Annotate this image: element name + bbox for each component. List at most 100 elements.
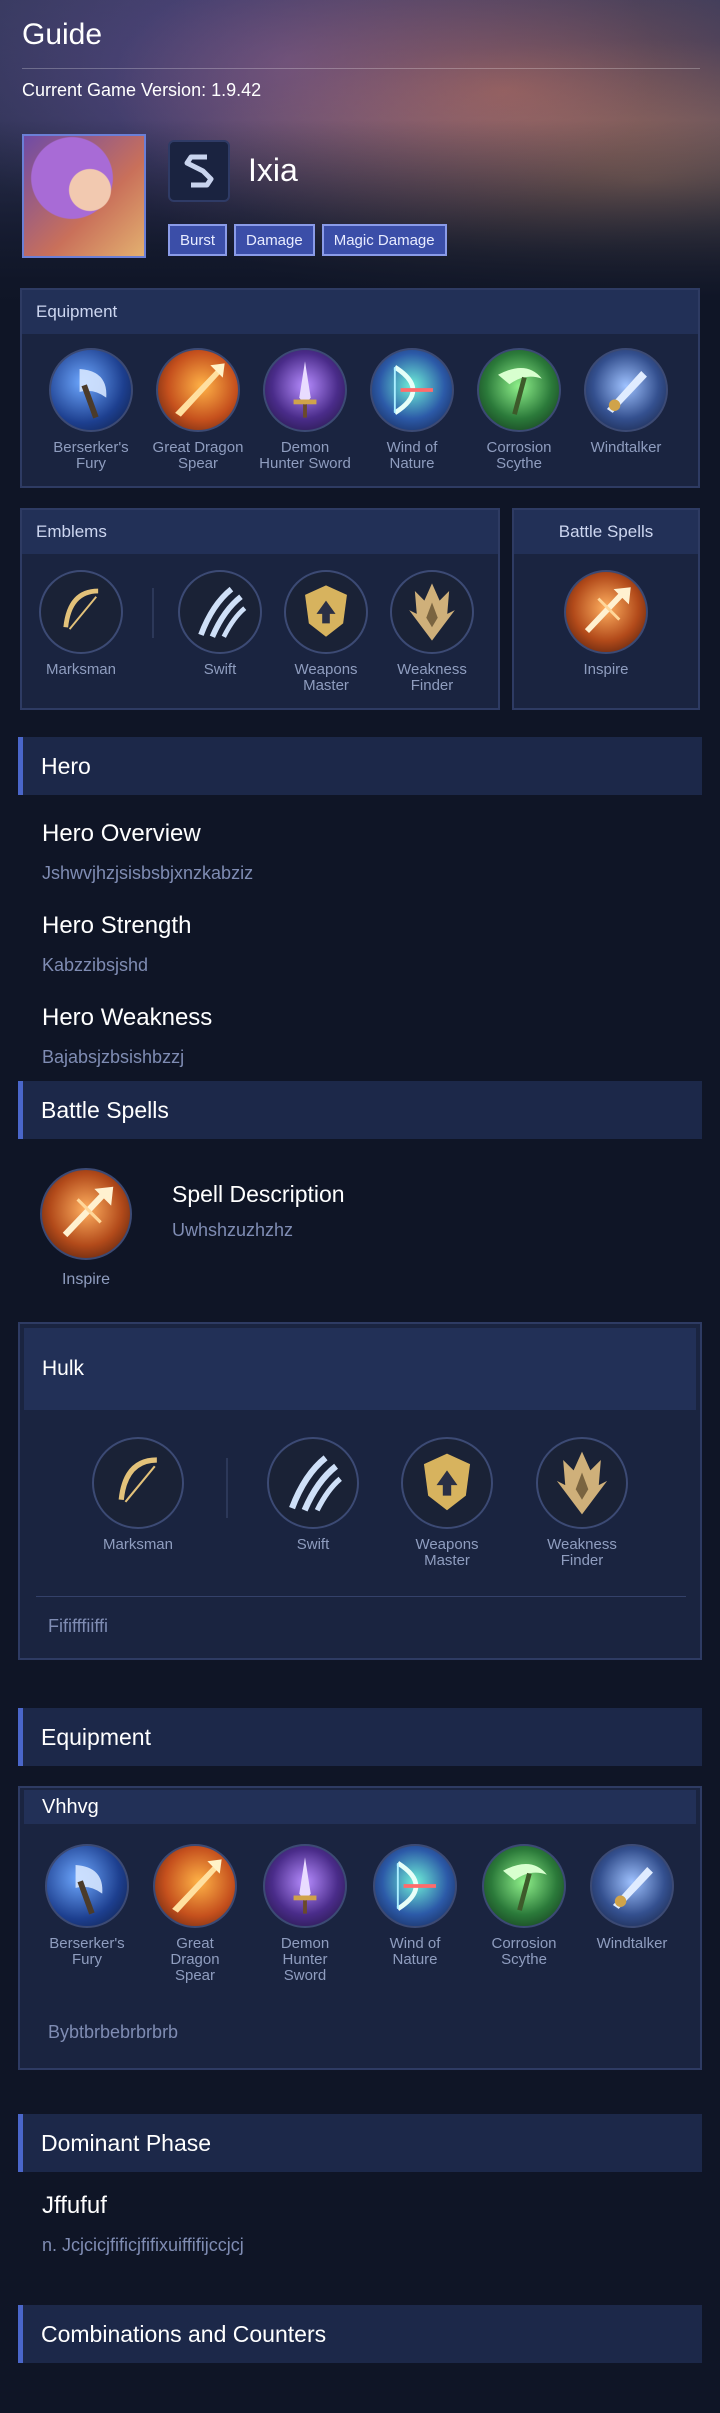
inspire-spell-icon (40, 1168, 132, 1260)
spear-icon (156, 348, 240, 432)
battle-spells-panel-title: Battle Spells (514, 510, 698, 554)
blade-icon (584, 348, 668, 432)
build-talent-weakness-finder[interactable]: Weakness Finder (532, 1437, 632, 1569)
talent-label: Weapons (294, 661, 358, 678)
item-label: Fury (72, 1951, 102, 1968)
item-label: Great (176, 1935, 214, 1952)
equipment-build-title: Vhhvg (24, 1790, 696, 1824)
talent-weakness-finder[interactable]: Weakness Finder (382, 570, 482, 694)
hero-strength-text: Kabzzibsjshd (42, 955, 149, 975)
item-label: Sword (283, 1967, 327, 1984)
item-demon-hunter-sword[interactable]: Demon Hunter Sword (255, 348, 355, 472)
item-label: Nature (392, 1951, 438, 1968)
sword-icon (263, 1844, 347, 1928)
talent-label: Finder (410, 677, 454, 694)
claw-icon (178, 570, 262, 654)
build-item-corrosion-scythe[interactable]: Corrosion Scythe (474, 1844, 574, 1968)
bow-emblem-icon (92, 1437, 184, 1529)
scythe-icon (482, 1844, 566, 1928)
item-label: Demon (280, 1935, 330, 1952)
talent-label: Weakness (547, 1536, 617, 1553)
hero-portrait (22, 134, 146, 258)
item-label: Spear (174, 1967, 216, 1984)
spell-inspire[interactable]: Inspire (556, 570, 656, 678)
build-talent-swift[interactable]: Swift (263, 1437, 363, 1553)
build-item-berserkers-fury[interactable]: Berserker's Fury (37, 1844, 137, 1968)
build-item-windtalker[interactable]: Windtalker (582, 1844, 682, 1952)
trident-emblem-icon (390, 570, 474, 654)
shield-arrow-icon (401, 1437, 493, 1529)
equipment-panel-title: Equipment (22, 290, 698, 334)
item-label: Berserker's (49, 1935, 125, 1952)
page-title: Guide (22, 18, 103, 51)
item-label: Dragon (170, 1951, 220, 1968)
item-label: Corrosion (491, 1935, 557, 1952)
section-equipment: Equipment (18, 1708, 702, 1766)
talent-weapons-master[interactable]: Weapons Master (276, 570, 376, 694)
item-label: Demon (280, 439, 330, 456)
talent-label: Master (424, 1552, 470, 1569)
emblem-label: Marksman (45, 661, 116, 678)
section-hero: Hero (18, 737, 702, 795)
spell-card-label: Inspire (61, 1271, 111, 1288)
axe-icon (45, 1844, 129, 1928)
shield-arrow-icon (284, 570, 368, 654)
emblems-panel-title: Emblems (22, 510, 498, 554)
item-label: Nature (389, 455, 435, 472)
build-emblem-divider (226, 1458, 228, 1518)
emblem-marksman[interactable]: Marksman (31, 570, 131, 678)
emblem-label: Marksman (102, 1536, 173, 1553)
talent-label: Swift (203, 661, 237, 678)
dominant-phase-text: n. Jcjcicjfificjfifixuiffifijccjcj (42, 2235, 244, 2255)
item-label: Windtalker (596, 1935, 668, 1952)
item-berserkers-fury[interactable]: Berserker's Fury (41, 348, 141, 472)
hero-tags: Burst Damage Magic Damage (168, 224, 447, 256)
spell-card-inspire[interactable]: Inspire (36, 1168, 136, 1288)
item-corrosion-scythe[interactable]: Corrosion Scythe (469, 348, 569, 472)
emblem-build-note: Fififffiiffi (48, 1616, 109, 1636)
scythe-icon (477, 348, 561, 432)
item-label: Wind of (389, 1935, 441, 1952)
item-wind-of-nature[interactable]: Wind of Nature (362, 348, 462, 472)
item-label: Hunter (282, 1951, 328, 1968)
section-battle-spells: Battle Spells (18, 1081, 702, 1139)
item-label: Berserker's (53, 439, 129, 456)
item-label: Fury (76, 455, 106, 472)
build-item-great-dragon-spear[interactable]: Great Dragon Spear (145, 1844, 245, 1984)
item-label: Scythe (501, 1951, 547, 1968)
build-item-demon-hunter-sword[interactable]: Demon Hunter Sword (255, 1844, 355, 1984)
trident-emblem-icon (536, 1437, 628, 1529)
talent-label: Finder (560, 1552, 604, 1569)
talent-label: Weapons (415, 1536, 479, 1553)
section-combinations-counters: Combinations and Counters (18, 2305, 702, 2363)
blade-icon (590, 1844, 674, 1928)
item-windtalker[interactable]: Windtalker (576, 348, 676, 456)
equipment-build-note: Bybtbrbebrbrbrb (48, 2022, 179, 2042)
tag-burst: Burst (168, 224, 228, 256)
item-label: Hunter Sword (259, 455, 351, 472)
hero-strength-title: Hero Strength (42, 912, 192, 939)
item-label: Spear (177, 455, 219, 472)
dominant-phase-title: Jffufuf (42, 2192, 107, 2219)
hero-overview-text: Jshwvjhzjsisbsbjxnzkabziz (42, 863, 254, 883)
bow-emblem-icon (39, 570, 123, 654)
spell-label: Inspire (583, 661, 629, 678)
hero-name: Ixia (248, 152, 298, 188)
talent-swift[interactable]: Swift (170, 570, 270, 678)
spell-description-title: Spell Description (172, 1181, 345, 1207)
item-great-dragon-spear[interactable]: Great Dragon Spear (148, 348, 248, 472)
game-version: Current Game Version: 1.9.42 (22, 80, 262, 100)
inspire-spell-icon (564, 570, 648, 654)
build-emblem-marksman[interactable]: Marksman (88, 1437, 188, 1553)
item-label: Scythe (496, 455, 542, 472)
emblem-build-title: Hulk (24, 1328, 696, 1410)
build-talent-weapons-master[interactable]: Weapons Master (397, 1437, 497, 1569)
bow-icon (373, 1844, 457, 1928)
build-item-wind-of-nature[interactable]: Wind of Nature (365, 1844, 465, 1968)
bow-icon (370, 348, 454, 432)
build-card-divider (36, 1596, 686, 1597)
title-divider (22, 68, 700, 69)
mage-role-icon (168, 140, 230, 202)
item-label: Wind of (386, 439, 438, 456)
item-label: Great Dragon (152, 439, 244, 456)
